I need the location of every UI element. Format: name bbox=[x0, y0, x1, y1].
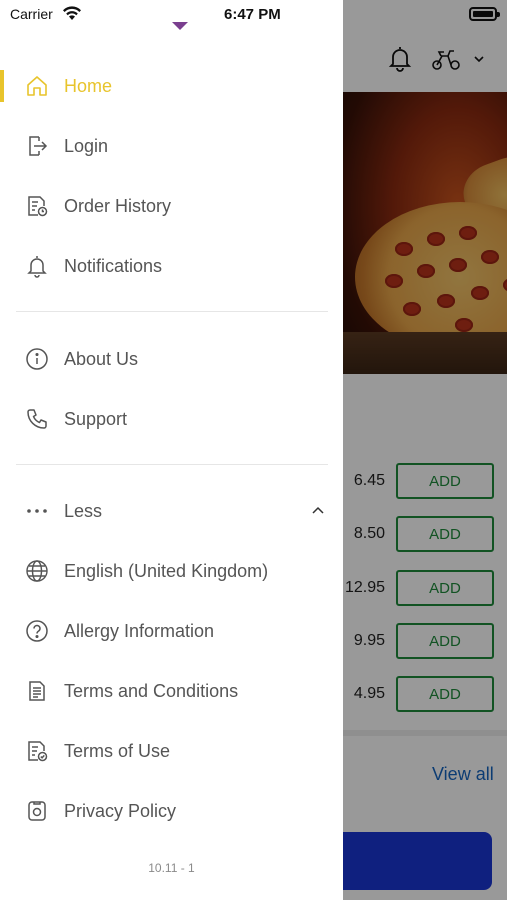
menu-item-about-us[interactable]: About Us bbox=[0, 335, 343, 383]
menu-item-label: About Us bbox=[64, 348, 139, 369]
info-icon bbox=[24, 346, 50, 372]
menu-item-notifications[interactable]: Notifications bbox=[0, 242, 343, 290]
menu-item-language[interactable]: English (United Kingdom) bbox=[0, 547, 343, 595]
menu-item-allergy-information[interactable]: Allergy Information bbox=[0, 607, 343, 655]
menu-item-login[interactable]: Login bbox=[0, 122, 343, 170]
app-version: 10.11 - 1 bbox=[148, 861, 195, 875]
menu-item-label: Home bbox=[64, 75, 113, 96]
menu-item-terms-of-use[interactable]: Terms of Use bbox=[0, 727, 343, 775]
menu-item-label: Terms of Use bbox=[64, 740, 171, 761]
menu-item-privacy-policy[interactable]: Privacy Policy bbox=[0, 787, 343, 835]
order-history-icon bbox=[24, 193, 50, 219]
menu-item-label: Notifications bbox=[64, 255, 163, 276]
bell-icon bbox=[24, 253, 50, 279]
side-drawer: Carrier 6:47 PM Home Login Order History… bbox=[0, 0, 343, 900]
menu-item-label: Support bbox=[64, 408, 128, 429]
carrier-label: Carrier bbox=[10, 6, 53, 22]
wifi-icon bbox=[62, 5, 82, 20]
question-icon bbox=[24, 618, 50, 644]
globe-icon bbox=[24, 558, 50, 584]
menu-divider bbox=[16, 311, 328, 312]
menu-item-home[interactable]: Home bbox=[0, 62, 343, 110]
menu-item-label: Allergy Information bbox=[64, 620, 215, 641]
menu-item-label: Privacy Policy bbox=[64, 800, 177, 821]
less-toggle[interactable]: Less bbox=[0, 487, 343, 535]
document-check-icon bbox=[24, 738, 50, 764]
menu-item-label: Login bbox=[64, 135, 109, 156]
privacy-icon bbox=[24, 798, 50, 824]
menu-item-label: Terms and Conditions bbox=[64, 680, 239, 701]
document-icon bbox=[24, 678, 50, 704]
menu-item-label: Order History bbox=[64, 195, 172, 216]
chevron-up-icon bbox=[311, 504, 325, 518]
home-icon bbox=[24, 73, 50, 99]
clock: 6:47 PM bbox=[224, 6, 281, 23]
menu-item-support[interactable]: Support bbox=[0, 395, 343, 443]
menu-item-label: English (United Kingdom) bbox=[64, 560, 269, 581]
login-icon bbox=[24, 133, 50, 159]
menu-item-order-history[interactable]: Order History bbox=[0, 182, 343, 230]
status-bar: Carrier 6:47 PM bbox=[0, 0, 343, 30]
logo-icon bbox=[172, 22, 188, 30]
more-dots-icon bbox=[24, 498, 50, 524]
less-toggle-label: Less bbox=[64, 500, 103, 521]
menu-item-terms-and-conditions[interactable]: Terms and Conditions bbox=[0, 667, 343, 715]
menu-divider bbox=[16, 464, 328, 465]
phone-icon bbox=[24, 406, 50, 432]
